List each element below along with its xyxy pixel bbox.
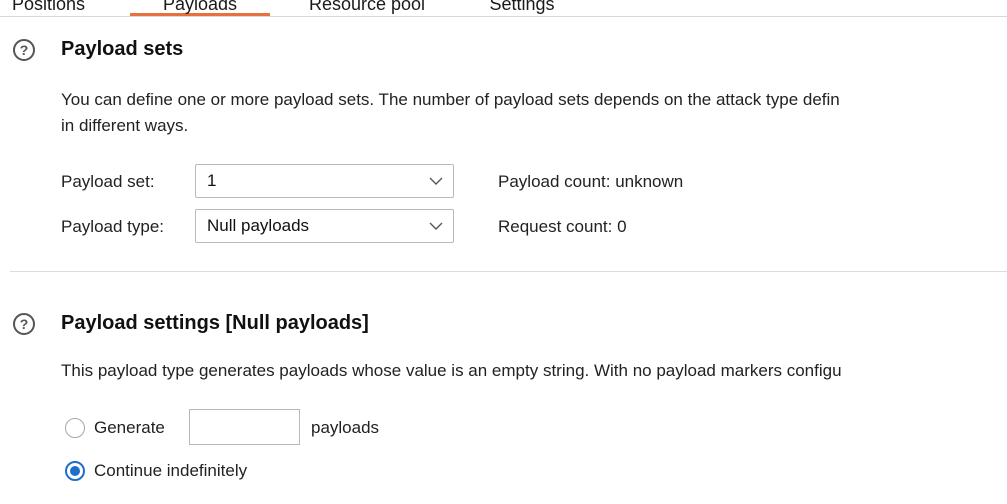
payload-type-value: Null payloads bbox=[207, 216, 310, 235]
tab-positions[interactable]: Positions bbox=[12, 0, 112, 16]
payload-sets-description-line2: in different ways. bbox=[61, 116, 189, 135]
chevron-down-icon bbox=[429, 177, 443, 185]
payload-settings-title: Payload settings [Null payloads] bbox=[61, 312, 369, 334]
payload-set-select[interactable]: 1 bbox=[195, 164, 454, 198]
payload-set-label: Payload set: bbox=[61, 172, 155, 191]
tab-bar: Positions Payloads Resource pool Setting… bbox=[0, 0, 1007, 17]
generate-radio[interactable] bbox=[65, 418, 85, 438]
continue-indefinitely-radio[interactable] bbox=[65, 461, 85, 481]
payload-sets-title: Payload sets bbox=[61, 38, 184, 60]
section-divider bbox=[10, 271, 1007, 272]
payload-count: Payload count: unknown bbox=[498, 172, 684, 191]
payload-type-select[interactable]: Null payloads bbox=[195, 209, 454, 243]
continue-indefinitely-label[interactable]: Continue indefinitely bbox=[94, 461, 247, 481]
tab-resource-pool[interactable]: Resource pool bbox=[292, 0, 442, 16]
payload-set-value: 1 bbox=[207, 171, 217, 190]
help-icon[interactable]: ? bbox=[13, 39, 35, 61]
tab-payloads[interactable]: Payloads bbox=[130, 0, 270, 16]
chevron-down-icon bbox=[429, 222, 443, 230]
tab-settings[interactable]: Settings bbox=[462, 0, 582, 16]
request-count: Request count: 0 bbox=[498, 217, 627, 236]
payloads-suffix-label: payloads bbox=[311, 418, 380, 437]
help-icon[interactable]: ? bbox=[13, 313, 35, 335]
intruder-payloads-panel: Positions Payloads Resource pool Setting… bbox=[0, 0, 1007, 504]
payload-settings-description: This payload type generates payloads who… bbox=[61, 361, 842, 380]
generate-count-input[interactable] bbox=[189, 409, 300, 445]
generate-label[interactable]: Generate bbox=[94, 418, 165, 438]
payload-type-label: Payload type: bbox=[61, 217, 165, 236]
payload-sets-description-line1: You can define one or more payload sets.… bbox=[61, 90, 840, 109]
